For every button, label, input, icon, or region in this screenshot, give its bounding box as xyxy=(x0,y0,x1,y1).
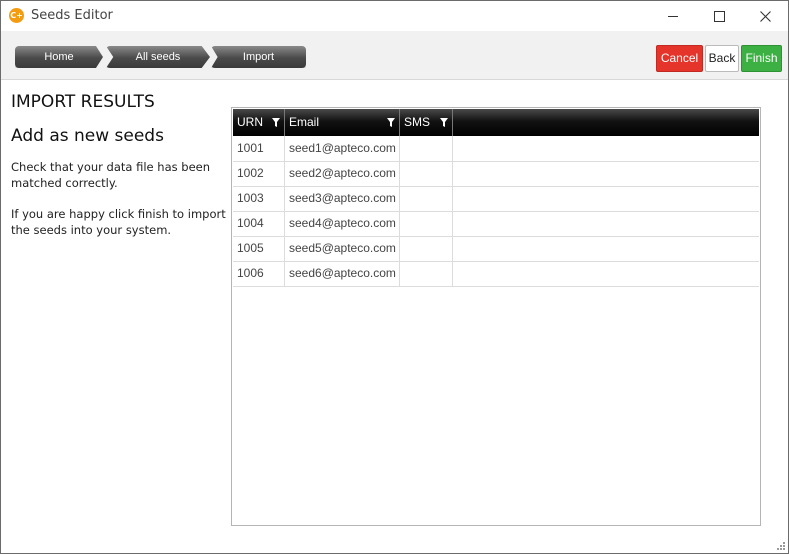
column-header-label: Email xyxy=(289,115,320,129)
seeds-editor-window: C+ Seeds Editor Home All seeds Import Ca… xyxy=(0,0,789,554)
urn-cell: 1003 xyxy=(233,186,285,211)
urn-cell: 1006 xyxy=(233,261,285,286)
urn-cell: 1001 xyxy=(233,136,285,161)
urn-cell: 1005 xyxy=(233,236,285,261)
email-cell: seed4@apteco.com xyxy=(285,211,400,236)
filter-icon[interactable] xyxy=(272,118,280,127)
email-cell: seed2@apteco.com xyxy=(285,161,400,186)
close-button[interactable] xyxy=(742,1,788,31)
breadcrumb-import[interactable]: Import xyxy=(211,46,306,68)
column-header-sms[interactable]: SMS xyxy=(400,109,453,136)
page-title: IMPORT RESULTS xyxy=(11,92,155,112)
finish-button[interactable]: Finish xyxy=(741,45,782,72)
table-row[interactable]: 1003 seed3@apteco.com xyxy=(233,186,759,212)
table-row[interactable]: 1002 seed2@apteco.com xyxy=(233,161,759,187)
close-icon xyxy=(759,10,771,22)
sms-cell xyxy=(400,161,453,186)
column-header-label: URN xyxy=(237,115,263,129)
breadcrumb-all-seeds[interactable]: All seeds xyxy=(106,46,210,68)
window-title: Seeds Editor xyxy=(31,8,113,23)
filter-icon[interactable] xyxy=(440,118,448,127)
toolbar: Home All seeds Import Cancel Back Finish xyxy=(1,31,788,79)
cancel-button[interactable]: Cancel xyxy=(656,45,703,72)
table-row[interactable]: 1005 seed5@apteco.com xyxy=(233,236,759,262)
sms-cell xyxy=(400,136,453,161)
column-header-urn[interactable]: URN xyxy=(233,109,285,136)
back-button[interactable]: Back xyxy=(705,45,739,72)
instruction-text-match: Check that your data file has been match… xyxy=(11,160,211,190)
app-logo-icon: C+ xyxy=(9,8,24,23)
grid-header: URN Email SMS xyxy=(233,109,759,136)
table-row[interactable]: 1004 seed4@apteco.com xyxy=(233,211,759,237)
sms-cell xyxy=(400,261,453,286)
minimize-button[interactable] xyxy=(650,1,696,31)
email-cell: seed1@apteco.com xyxy=(285,136,400,161)
table-row[interactable]: 1006 seed6@apteco.com xyxy=(233,261,759,287)
column-header-email[interactable]: Email xyxy=(285,109,400,136)
breadcrumb-home[interactable]: Home xyxy=(15,46,103,68)
toolbar-divider xyxy=(1,79,788,80)
maximize-icon xyxy=(713,10,725,22)
title-bar: C+ Seeds Editor xyxy=(1,1,788,31)
import-results-grid: URN Email SMS 1001 seed1@apteco.com 1002… xyxy=(231,107,761,526)
filter-icon[interactable] xyxy=(387,118,395,127)
sms-cell xyxy=(400,186,453,211)
minimize-icon xyxy=(668,15,678,17)
maximize-button[interactable] xyxy=(696,1,742,31)
column-header-label: SMS xyxy=(404,115,431,129)
urn-cell: 1004 xyxy=(233,211,285,236)
sms-cell xyxy=(400,211,453,236)
email-cell: seed3@apteco.com xyxy=(285,186,400,211)
table-row[interactable]: 1001 seed1@apteco.com xyxy=(233,136,759,162)
sms-cell xyxy=(400,236,453,261)
urn-cell: 1002 xyxy=(233,161,285,186)
email-cell: seed5@apteco.com xyxy=(285,236,400,261)
section-title: Add as new seeds xyxy=(11,126,164,146)
instruction-text-finish: If you are happy click finish to import … xyxy=(11,207,226,237)
email-cell: seed6@apteco.com xyxy=(285,261,400,286)
resize-grip-icon[interactable] xyxy=(775,540,785,550)
